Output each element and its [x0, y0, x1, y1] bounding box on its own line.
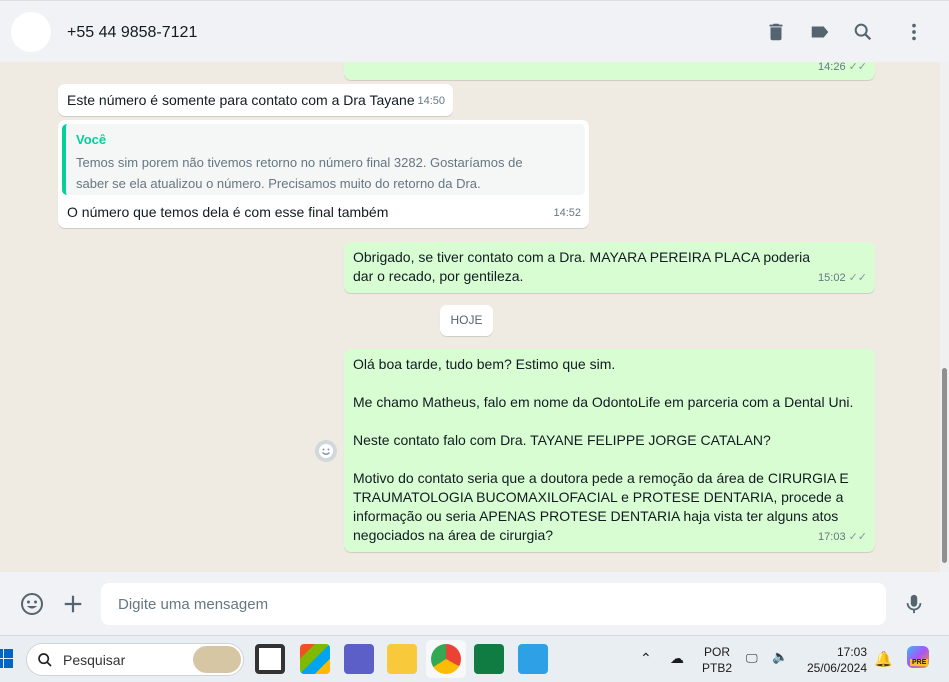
quote-author: Você: [76, 132, 107, 147]
message-text: O número que temos dela é com esse final…: [67, 204, 389, 220]
excel-icon[interactable]: [474, 644, 504, 674]
tray-overflow-icon[interactable]: ⌃: [640, 650, 652, 666]
emoji-icon[interactable]: [20, 592, 44, 616]
message-time: 15:02: [818, 272, 846, 284]
search-icon: [38, 653, 52, 667]
delete-icon[interactable]: [765, 21, 787, 43]
message-line: Neste contato falo com Dra. TAYANE FELIP…: [353, 432, 771, 448]
clock[interactable]: 17:03 25/06/2024: [803, 644, 867, 676]
store-icon[interactable]: [300, 644, 330, 674]
copilot-icon[interactable]: PRE: [907, 646, 929, 668]
message-line: Motivo do contato seria que a doutora pe…: [353, 470, 849, 543]
message-incoming[interactable]: Este número é somente para contato com a…: [58, 84, 453, 116]
read-ticks-icon: ✓✓: [848, 272, 867, 284]
teams-icon[interactable]: [344, 644, 374, 674]
onedrive-offline-icon[interactable]: ☁: [670, 650, 684, 666]
attach-plus-icon[interactable]: [62, 593, 84, 615]
chrome-icon[interactable]: [431, 644, 461, 674]
contact-name[interactable]: +55 44 9858-7121: [67, 24, 197, 42]
taskbar-search[interactable]: Pesquisar: [26, 643, 244, 676]
input-language[interactable]: POR PTB2: [702, 644, 732, 676]
task-view-icon[interactable]: [255, 644, 285, 674]
volume-icon[interactable]: 🔈: [772, 649, 788, 665]
label-icon[interactable]: [809, 21, 831, 43]
microphone-icon[interactable]: [903, 592, 925, 616]
message-time: 14:26: [818, 62, 846, 73]
message-line: Me chamo Matheus, falo em nome da Odonto…: [353, 394, 854, 410]
contact-avatar[interactable]: [11, 12, 51, 52]
message-time: 14:52: [553, 207, 581, 219]
message-incoming[interactable]: Você Temos sim porem não tivemos retorno…: [58, 120, 589, 228]
composer: [0, 572, 949, 635]
windows-start-icon[interactable]: [0, 649, 14, 669]
search-label: Pesquisar: [63, 652, 126, 668]
message-text: Obrigado, se tiver contato com a Dra. MA…: [353, 249, 811, 284]
quote-text: Temos sim porem não tivemos retorno no n…: [76, 155, 523, 191]
notepad-icon[interactable]: [518, 644, 548, 674]
read-ticks-icon: ✓✓: [848, 531, 867, 543]
search-icon[interactable]: [852, 21, 874, 43]
message-list: 14:26 ✓✓ Este número é somente para conta…: [0, 62, 940, 572]
emoji-reaction-icon[interactable]: [315, 440, 337, 462]
message-text: Este número é somente para contato com a…: [67, 92, 415, 108]
message-line: Olá boa tarde, tudo bem? Estimo que sim.: [353, 356, 616, 372]
scrollbar-thumb[interactable]: [942, 368, 947, 563]
quoted-message[interactable]: Você Temos sim porem não tivemos retorno…: [62, 124, 585, 195]
message-time: 14:50: [417, 95, 445, 107]
message-outgoing[interactable]: Obrigado, se tiver contato com a Dra. MA…: [344, 242, 875, 293]
message-outgoing[interactable]: Olá boa tarde, tudo bem? Estimo que sim.…: [344, 349, 875, 552]
read-ticks-icon: ✓✓: [848, 62, 867, 73]
message-input[interactable]: [101, 583, 886, 625]
message-outgoing[interactable]: 14:26 ✓✓: [344, 62, 875, 80]
search-highlight-icon: [193, 646, 241, 673]
notification-bell-icon[interactable]: 🔔: [874, 650, 893, 668]
network-icon[interactable]: 🖵: [746, 650, 758, 666]
message-time: 17:03: [818, 531, 846, 543]
chat-header: +55 44 9858-7121: [0, 0, 949, 62]
date-divider: HOJE: [440, 305, 493, 336]
menu-icon[interactable]: [903, 21, 925, 43]
windows-taskbar: Pesquisar ⌃ ☁ POR PTB2 🖵 🔈 17:03 25/06/202…: [0, 635, 949, 682]
file-explorer-icon[interactable]: [387, 644, 417, 674]
